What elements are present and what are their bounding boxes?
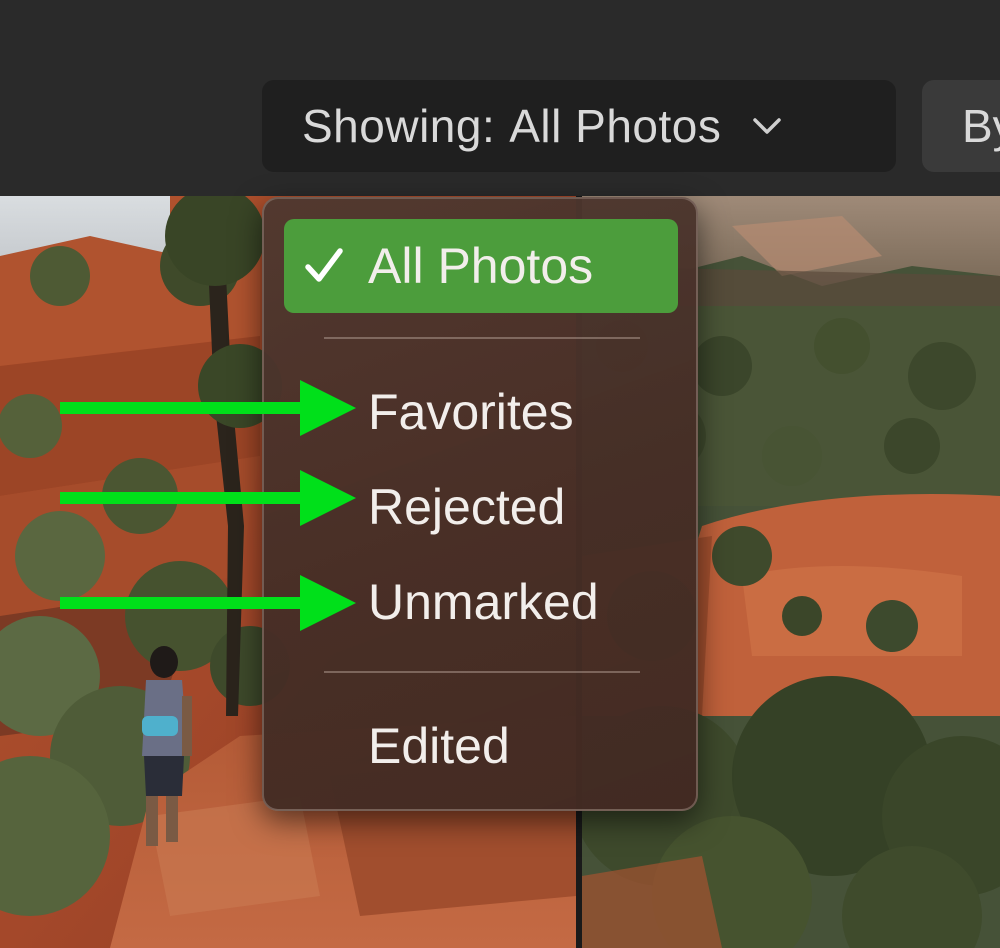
showing-filter-value: All Photos [509, 100, 722, 152]
menu-separator [324, 671, 640, 673]
chevron-down-icon [753, 118, 782, 134]
menu-item-label: Edited [368, 718, 510, 774]
menu-item-label: Rejected [368, 479, 566, 535]
menu-separator [324, 337, 640, 339]
top-toolbar: Showing: All Photos By [0, 0, 1000, 196]
showing-filter-button[interactable]: Showing: All Photos [262, 80, 896, 172]
sort-by-label: By [962, 100, 1000, 152]
app-window: Showing: All Photos By [0, 0, 1000, 948]
checkmark-icon [305, 248, 343, 282]
menu-item-all-photos[interactable]: All Photos [284, 219, 678, 313]
menu-item-label: All Photos [368, 238, 594, 294]
showing-filter-prefix: Showing: [302, 100, 496, 152]
menu-item-edited[interactable]: Edited [284, 699, 678, 793]
annotation-arrow-icon [60, 575, 356, 631]
annotation-arrow-icon [60, 470, 356, 526]
annotation-arrow-icon [60, 380, 356, 436]
menu-item-label: Unmarked [368, 574, 599, 630]
sort-by-button[interactable]: By [922, 80, 1000, 172]
menu-item-label: Favorites [368, 384, 574, 440]
